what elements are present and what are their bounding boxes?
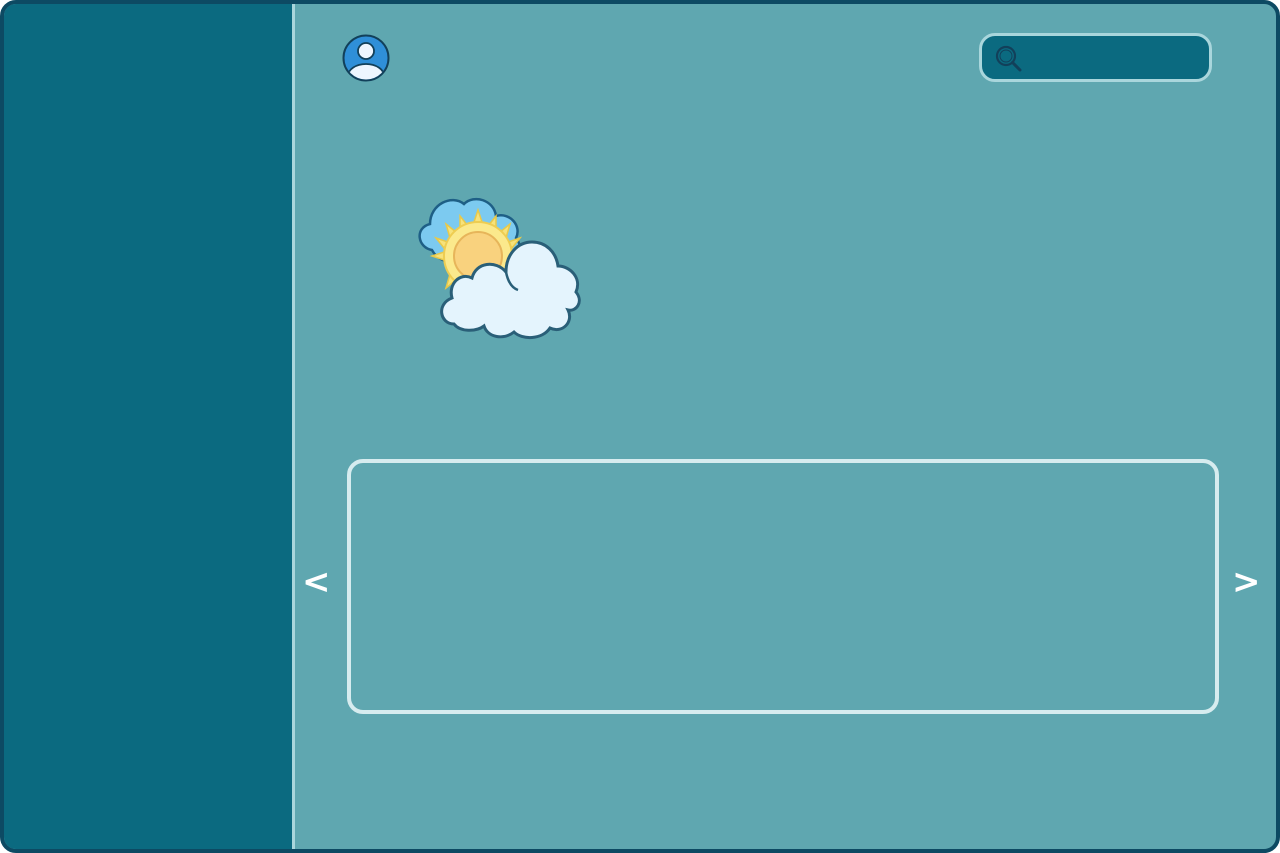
main-content (295, 4, 1276, 849)
carousel-next-button[interactable]: > (1232, 565, 1261, 599)
app-window (0, 0, 1280, 853)
user-avatar-icon[interactable] (342, 34, 390, 82)
partly-cloudy-icon (410, 192, 585, 342)
search-bar[interactable] (979, 33, 1212, 82)
search-input[interactable] (1030, 44, 1194, 72)
carousel-panel (347, 459, 1219, 714)
carousel-prev-button[interactable]: < (302, 565, 331, 599)
sidebar (4, 4, 295, 849)
search-icon (994, 44, 1024, 74)
